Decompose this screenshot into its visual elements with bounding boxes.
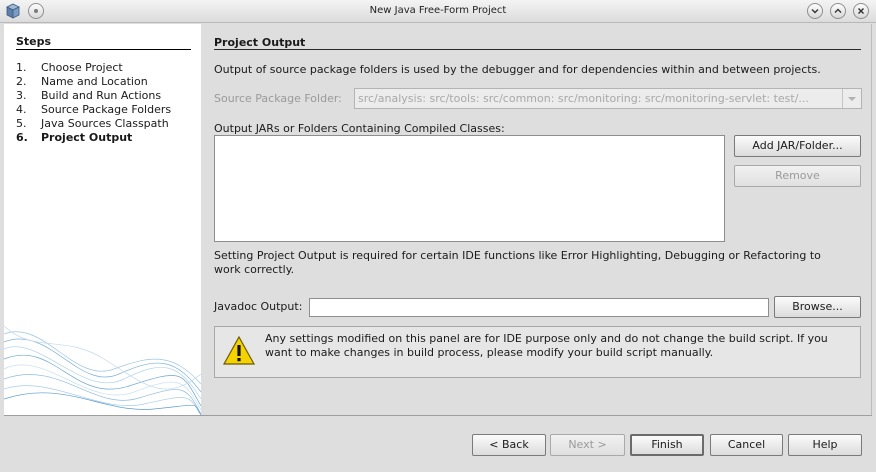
maximize-button[interactable] [830,3,846,19]
chevron-down-icon [848,97,856,101]
help-button[interactable]: Help [788,434,862,456]
output-list[interactable] [214,135,725,242]
step-item: 5. Java Sources Classpath [16,117,169,130]
close-icon [858,8,864,14]
output-list-label: Output JARs or Folders Containing Compil… [214,122,505,135]
window-edge [871,24,872,415]
close-button[interactable] [853,3,869,19]
panel-description: Output of source package folders is used… [214,63,821,76]
step-number: 4. [16,103,27,116]
step-label: Name and Location [41,75,148,88]
step-item-current: 6. Project Output [16,131,132,144]
minimize-button[interactable] [807,3,823,19]
javadoc-output-input[interactable] [309,298,769,317]
next-button[interactable]: Next > [550,434,625,456]
window-title: New Java Free-Form Project [369,5,507,16]
step-label: Project Output [41,131,133,144]
combo-arrow [842,89,861,108]
browse-button[interactable]: Browse... [774,296,861,318]
add-jar-folder-button[interactable]: Add JAR/Folder... [734,135,861,157]
chevron-down-icon [811,9,819,14]
finish-button[interactable]: Finish [630,434,704,456]
javadoc-output-label: Javadoc Output: [214,300,303,313]
source-folder-value: src/analysis: src/tools: src/common: src… [358,92,809,105]
step-label: Choose Project [41,61,123,74]
footer-divider [4,415,872,416]
step-item: 3. Build and Run Actions [16,89,161,102]
source-folder-label: Source Package Folder: [214,92,342,105]
step-item: 1. Choose Project [16,61,123,74]
steps-divider [16,49,191,50]
decorative-wave-graphic [4,325,201,415]
panel-title: Project Output [214,36,306,49]
panel-title-divider [214,49,861,50]
source-folder-combo: src/analysis: src/tools: src/common: src… [354,88,862,109]
warning-text: Any settings modified on this panel are … [265,332,828,359]
back-button[interactable]: < Back [472,434,546,456]
step-number: 2. [16,75,27,88]
chevron-up-icon [834,8,842,13]
steps-panel: Steps 1. Choose Project 2. Name and Locati… [4,24,201,415]
warning-box: Any settings modified on this panel are … [214,326,861,378]
step-label: Source Package Folders [41,103,172,116]
step-number: 6. [16,131,28,144]
step-number: 1. [16,61,27,74]
remove-button[interactable]: Remove [734,165,861,187]
title-bar: New Java Free-Form Project [0,0,876,23]
step-item: 4. Source Package Folders [16,103,171,116]
output-note: Setting Project Output is required for c… [214,249,821,276]
step-label: Java Sources Classpath [41,117,169,130]
step-label: Build and Run Actions [41,89,162,102]
step-number: 3. [16,89,27,102]
cancel-button[interactable]: Cancel [710,434,783,456]
step-number: 5. [16,117,27,130]
step-item: 2. Name and Location [16,75,148,88]
steps-title: Steps [16,35,52,48]
warning-icon [222,335,256,365]
